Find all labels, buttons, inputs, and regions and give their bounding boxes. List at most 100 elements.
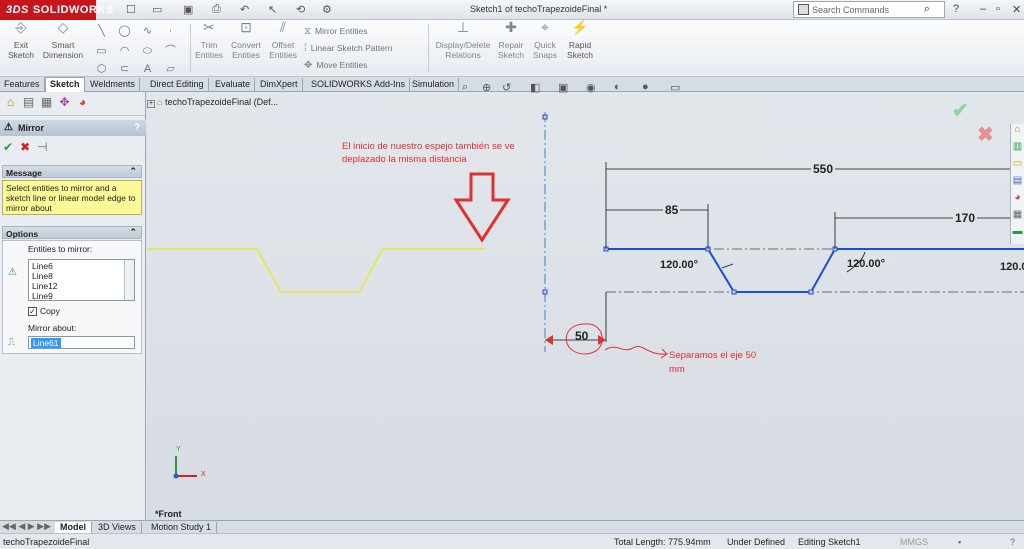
cancel-button[interactable]: ✖ xyxy=(20,140,30,154)
spline-icon[interactable]: ∿ xyxy=(136,24,159,41)
tab-sketch[interactable]: Sketch xyxy=(45,77,85,92)
down-arrow-annotation xyxy=(453,172,511,243)
quick-snaps-button[interactable]: ⌖ Quick Snaps xyxy=(531,20,559,60)
line-icon[interactable]: ╲ xyxy=(90,24,113,41)
configuration-icon[interactable]: ▦ xyxy=(38,95,55,111)
confirm-ok-icon[interactable]: ✔ xyxy=(952,98,969,123)
restore-icon[interactable]: ▫ xyxy=(996,3,1000,15)
help-icon[interactable]: ? xyxy=(953,3,959,15)
undo-icon[interactable]: ↶ xyxy=(240,3,249,16)
move-icon: ✥ xyxy=(304,60,313,71)
offset-entities-button[interactable]: ⫽ Offset Entities xyxy=(268,20,298,60)
repair-sketch-button[interactable]: ✚ Repair Sketch xyxy=(497,20,525,60)
tab-motion-study[interactable]: Motion Study 1 xyxy=(146,522,218,533)
collapse-icon[interactable]: ⌃ xyxy=(129,227,137,238)
entities-list[interactable]: Line6 Line8 Line12 Line9 xyxy=(28,259,135,301)
confirm-cancel-icon[interactable]: ✖ xyxy=(977,122,994,147)
appearances-icon[interactable]: ◕ xyxy=(1011,192,1024,209)
display-delete-relations-button[interactable]: ⊥ Display/Delete Relations xyxy=(432,20,494,60)
options-icon[interactable]: ⚙ xyxy=(322,3,332,16)
options-header[interactable]: Options ⌃ xyxy=(2,226,142,239)
list-item[interactable]: Line9 xyxy=(32,291,131,300)
sketch-canvas[interactable] xyxy=(147,92,1024,520)
dimxpert-icon[interactable]: ✥ xyxy=(56,95,73,111)
open-icon[interactable]: ▭ xyxy=(152,3,162,16)
rebuild-icon[interactable]: ⟲ xyxy=(296,3,305,16)
fillet-icon[interactable]: ⌒ xyxy=(159,42,182,59)
status-units[interactable]: MMGS xyxy=(900,537,928,547)
copy-checkbox[interactable]: ✓ Copy xyxy=(28,306,60,316)
tab-model[interactable]: Model xyxy=(55,522,92,533)
dimension-50[interactable]: 50 xyxy=(575,329,588,343)
save-icon[interactable]: ▣ xyxy=(183,3,193,16)
help-button[interactable]: ? xyxy=(135,122,141,132)
tab-direct-editing[interactable]: Direct Editing xyxy=(146,78,209,92)
select-icon[interactable]: ↖ xyxy=(268,3,277,16)
mirror-about-field[interactable]: Line61 xyxy=(28,336,135,349)
endpoint[interactable] xyxy=(808,289,814,295)
move-entities-button[interactable]: ✥ Move Entities xyxy=(304,60,367,71)
search-scope-icon[interactable] xyxy=(798,4,809,15)
resources-icon[interactable]: ⌂ xyxy=(1011,124,1024,141)
circle-icon[interactable]: ◯ xyxy=(113,24,136,41)
design-library-icon[interactable]: ▥ xyxy=(1011,141,1024,158)
point-icon[interactable]: · xyxy=(159,25,182,42)
search-input[interactable]: Search Commands xyxy=(812,5,889,15)
rectangle-icon[interactable]: ▭ xyxy=(90,44,113,61)
close-icon[interactable]: ✕ xyxy=(1012,3,1021,16)
status-rebuild-icon[interactable]: ▪ xyxy=(958,537,961,547)
view-orientation-label: *Front xyxy=(155,509,182,519)
ellipse-icon[interactable]: ⬭ xyxy=(136,45,159,62)
smart-dimension-button[interactable]: ◇ Smart Dimension xyxy=(40,20,86,60)
search-icon[interactable]: ⌕ xyxy=(924,3,930,16)
mirror-panel-title: ⚠ Mirror ? xyxy=(0,120,146,136)
message-header[interactable]: Message ⌃ xyxy=(2,165,142,178)
dimension-550[interactable]: 550 xyxy=(811,162,836,176)
property-manager-icon[interactable]: ▤ xyxy=(20,95,37,111)
collapse-icon[interactable]: ⌃ xyxy=(129,166,137,177)
tab-features[interactable]: Features xyxy=(0,78,45,92)
search-commands[interactable]: Search Commands ⌕ xyxy=(793,1,945,18)
angle-dimension-2[interactable]: 120.00° xyxy=(847,258,885,270)
tab-3d-views[interactable]: 3D Views xyxy=(93,522,142,533)
minimize-icon[interactable]: – xyxy=(980,3,986,15)
print-icon[interactable]: ⎙ xyxy=(212,3,221,16)
feature-tree-icon[interactable]: ⌂ xyxy=(2,95,19,111)
trim-entities-button[interactable]: ✂ Trim Entities xyxy=(195,20,223,60)
exit-sketch-button[interactable]: ⎆ Exit Sketch xyxy=(4,20,38,60)
view-palette-icon[interactable]: ▤ xyxy=(1011,175,1024,192)
tab-dimxpert[interactable]: DimXpert xyxy=(256,78,303,92)
new-icon[interactable]: ☐ xyxy=(126,3,136,16)
ok-button[interactable]: ✔ xyxy=(3,140,13,154)
graphics-area[interactable]: + ⌂ techoTrapezoideFinal (Def... ⌕ ⊕ ↺ ◧ … xyxy=(147,81,1024,520)
toolbox-icon[interactable]: ▬ xyxy=(1011,226,1024,243)
angle-dimension-1[interactable]: 120.00° xyxy=(660,259,698,271)
list-item[interactable]: Line8 xyxy=(32,271,131,281)
convert-entities-button[interactable]: ⊡ Convert Entities xyxy=(228,20,264,60)
endpoint[interactable] xyxy=(731,289,737,295)
pin-icon[interactable]: ⊣ xyxy=(37,140,47,154)
endpoint[interactable] xyxy=(542,114,548,120)
linear-pattern-button[interactable]: ⁞ Linear Sketch Pattern xyxy=(304,43,393,54)
tab-addins[interactable]: SOLIDWORKS Add-Ins xyxy=(307,78,411,92)
document-title: Sketch1 of techoTrapezoideFinal * xyxy=(470,4,608,14)
display-manager-icon[interactable]: ◕ xyxy=(74,95,91,111)
tab-evaluate[interactable]: Evaluate xyxy=(211,78,256,92)
list-scrollbar[interactable] xyxy=(124,260,134,300)
file-explorer-icon[interactable]: ▭ xyxy=(1011,158,1024,175)
list-item[interactable]: Line6 xyxy=(32,261,131,271)
solidworks-logo[interactable]: 3DS SOLIDWORKS xyxy=(0,0,113,20)
status-help-icon[interactable]: ? xyxy=(1010,537,1015,547)
angle-dimension-3[interactable]: 120.0 xyxy=(1000,261,1024,273)
dimension-170[interactable]: 170 xyxy=(953,211,978,225)
list-item[interactable]: Line12 xyxy=(32,281,131,291)
status-editing: Editing Sketch1 xyxy=(798,537,861,547)
tab-nav-icons[interactable]: ◀◀ ◀ ▶ ▶▶ xyxy=(2,521,51,532)
dimension-85[interactable]: 85 xyxy=(663,203,681,217)
mirror-entities-button[interactable]: ⧖ Mirror Entities xyxy=(304,26,367,37)
rapid-sketch-button[interactable]: ⚡ Rapid Sketch xyxy=(564,20,596,60)
endpoint[interactable] xyxy=(542,289,548,295)
tab-weldments[interactable]: Weldments xyxy=(86,78,140,92)
arc-icon[interactable]: ◠ xyxy=(113,44,136,61)
custom-properties-icon[interactable]: ▦ xyxy=(1011,209,1024,226)
